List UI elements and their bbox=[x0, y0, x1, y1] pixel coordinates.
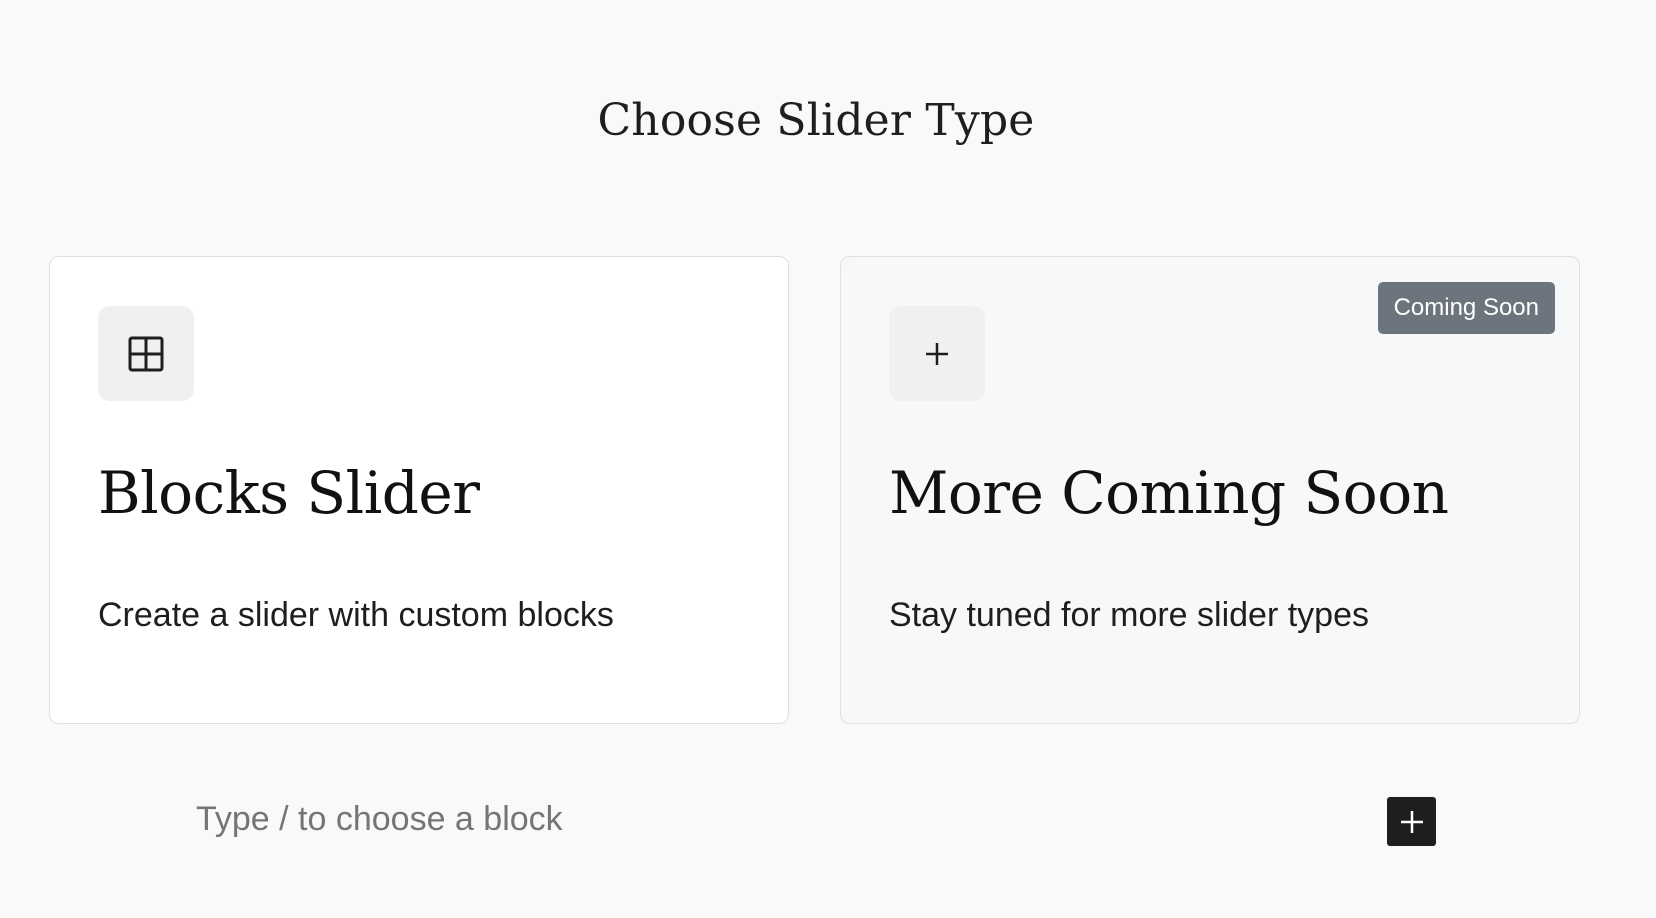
card-title: More Coming Soon bbox=[889, 459, 1449, 527]
grid-icon-container bbox=[98, 306, 194, 401]
coming-soon-badge: Coming Soon bbox=[1377, 282, 1555, 334]
slider-type-chooser: Choose Slider Type Blocks Slider Create … bbox=[0, 0, 1656, 918]
more-coming-soon-card: Coming Soon More Coming Soon Stay tuned … bbox=[840, 256, 1580, 724]
page-title: Choose Slider Type bbox=[597, 95, 1035, 146]
blocks-slider-card[interactable]: Blocks Slider Create a slider with custo… bbox=[49, 256, 789, 724]
plus-icon-container bbox=[889, 306, 985, 401]
card-description: Stay tuned for more slider types bbox=[889, 596, 1370, 634]
block-appender-placeholder[interactable]: Type / to choose a block bbox=[196, 800, 563, 839]
grid-icon bbox=[128, 336, 164, 371]
plus-icon bbox=[926, 342, 948, 365]
card-title: Blocks Slider bbox=[98, 459, 480, 527]
plus-icon bbox=[1400, 810, 1423, 833]
card-description: Create a slider with custom blocks bbox=[98, 596, 614, 634]
add-block-button[interactable] bbox=[1387, 797, 1436, 846]
